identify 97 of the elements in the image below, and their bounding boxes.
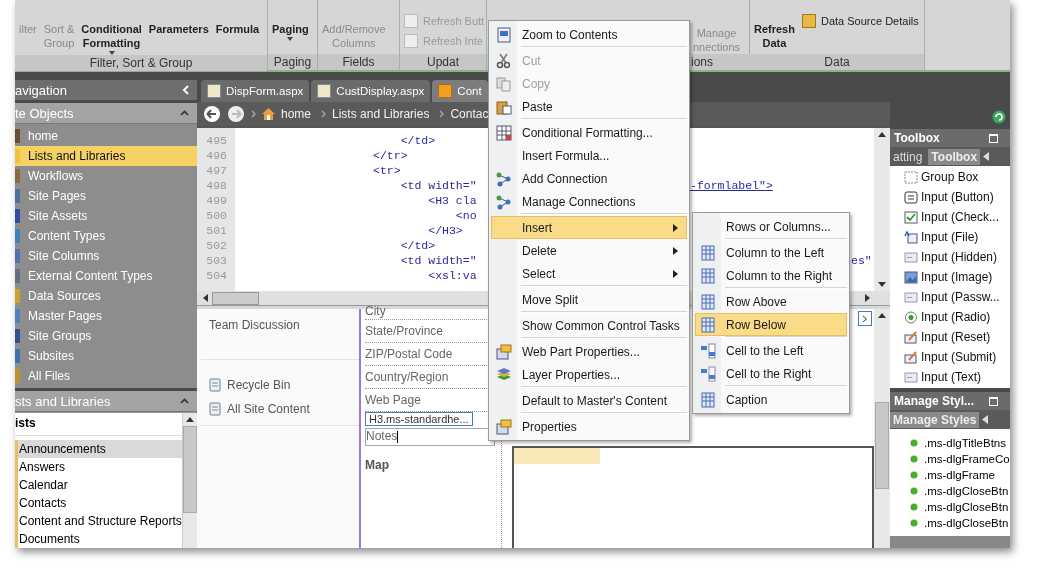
menu-item[interactable]: Add Connection [491,167,687,190]
line-number: 495 [205,133,228,148]
field-label: State/Province [365,324,444,338]
style-item[interactable]: .ms-dlgFrame [890,467,1010,483]
line-number: 499 [205,193,228,208]
menu-item[interactable]: Cell to the Left [695,339,847,362]
code-text: -formlabel"> [690,178,773,193]
panel-title: Manage Styl... [894,394,975,408]
menu-item[interactable]: Insert [491,216,687,239]
group-label: Paging [268,54,317,70]
toolbox-item[interactable]: Input (Submit) [890,347,1010,367]
code-line: <tr> [372,163,401,178]
toolbox-item[interactable]: Group Box [890,167,1010,187]
menu-item[interactable]: Caption [695,388,847,411]
menu-item[interactable]: Column to the Left [695,241,847,264]
field-label: Country/Region [365,370,449,384]
menu-item[interactable]: Rows or Columns... [695,215,847,238]
menu-item[interactable]: Cell to the Right [695,362,847,385]
panel-title: avigation [15,82,68,98]
menu-item[interactable]: Zoom to Contents [491,23,687,46]
menu-item[interactable]: Web Part Properties... [491,340,687,363]
code-line: </td> [399,133,436,148]
breadcrumb-link[interactable]: Lists and Libraries [332,107,430,121]
notes-field[interactable]: Notes [365,428,495,446]
toolbox-item[interactable]: Input (Image) [890,267,1010,287]
line-number: 497 [205,163,228,178]
ribbon-button[interactable]: Conditional Formatting [79,4,144,55]
menu-item[interactable]: Row Below [695,313,847,336]
toolbox-item[interactable]: Input (Button) [890,187,1010,207]
document-tab[interactable]: DispForm.aspx [201,80,310,102]
line-number: 500 [205,208,228,223]
ribbon-button[interactable]: Formula [213,4,262,36]
code-line: <H3 cla [427,193,477,208]
style-item[interactable]: .ms-dlgCloseBtn [890,515,1010,531]
code-line: <no [454,208,477,223]
line-number: 496 [205,148,228,163]
line-number: 498 [205,178,228,193]
code-line: <xsl:va [427,268,477,283]
section-title: te Objects [15,105,74,121]
panel-tab[interactable]: atting [890,148,926,165]
group-label: Fields [318,54,399,70]
style-item[interactable]: .ms-dlgCloseBtn [890,483,1010,499]
nav-item[interactable]: Lists and Libraries [15,146,197,166]
code-line: </td> [399,238,436,253]
line-number: 504 [205,268,228,283]
nav-link[interactable]: Recycle Bin [227,378,291,392]
menu-item[interactable]: Row Above [695,290,847,313]
code-line: </tr> [372,148,408,163]
element-tag[interactable]: H3.ms-standardhe... [365,412,473,426]
menu-item[interactable]: Select [491,262,687,285]
toolbox-item[interactable]: Input (Radio) [890,307,1010,327]
style-item[interactable]: .ms-dlgCloseBtn [890,499,1010,515]
document-tab[interactable]: Cont [432,80,488,102]
list-item[interactable]: Announcements [15,440,182,458]
menu-item[interactable]: Layer Properties... [491,363,687,386]
toolbox-item[interactable]: Input (Passw... [890,287,1010,307]
menu-item[interactable]: Conditional Formatting... [491,121,687,144]
ribbon-button[interactable]: Data Source Details [799,14,921,28]
toolbox-item[interactable]: Input (Text) [890,367,1010,387]
field-label: Map [365,457,390,472]
menu-item[interactable]: Manage Connections [491,190,687,213]
menu-item[interactable]: Paste [491,95,687,118]
toolbox-item[interactable]: Input (Reset) [890,327,1010,347]
group-label: Filter, Sort & Group [15,55,267,71]
menu-item[interactable]: Delete [491,239,687,262]
field-label: ZIP/Postal Code [365,347,453,361]
line-number: 503 [205,253,228,268]
menu-item[interactable]: Insert Formula... [491,144,687,167]
nav-link[interactable]: All Site Content [227,402,310,416]
toolbox-item[interactable]: Input (Hidden) [890,247,1010,267]
code-line: <td width=" [399,178,477,193]
menu-item[interactable]: Move Split [491,288,687,311]
ribbon-button[interactable]: Paging [270,4,311,41]
ribbon-button[interactable]: Refresh Data [752,4,797,50]
document-tab[interactable]: CustDisplay.aspx [311,80,431,102]
menu-item[interactable]: Show Common Control Tasks [491,314,687,337]
section-title: sts and Libraries [15,393,111,409]
menu-item[interactable]: Column to the Right [695,264,847,287]
style-item[interactable]: .ms-dlgTitleBtns [890,435,1010,451]
group-label: Updat [400,54,486,70]
line-number: 501 [205,223,228,238]
code-line: </H3> [427,223,463,238]
field-label: Web Page [365,393,421,407]
toolbox-item[interactable]: Input (File) [890,227,1010,247]
ribbon-button[interactable]: Parameters [146,4,211,36]
line-number: 502 [205,238,228,253]
nav-link[interactable]: Team Discussion [209,318,300,332]
code-line: <td width=" [399,253,477,268]
toolbox-item[interactable]: Input (Check... [890,207,1010,227]
panel-title: Toolbox [894,131,940,145]
menu-item[interactable]: Default to Master's Content [491,389,687,412]
breadcrumb-link[interactable]: home [281,107,312,121]
breadcrumb-link[interactable]: Contac [450,107,489,121]
code-text: es" [851,253,872,268]
style-item[interactable]: .ms-dlgFrameCo [890,451,1010,467]
field-label: City [365,304,386,318]
list-heading: ists [15,413,182,436]
